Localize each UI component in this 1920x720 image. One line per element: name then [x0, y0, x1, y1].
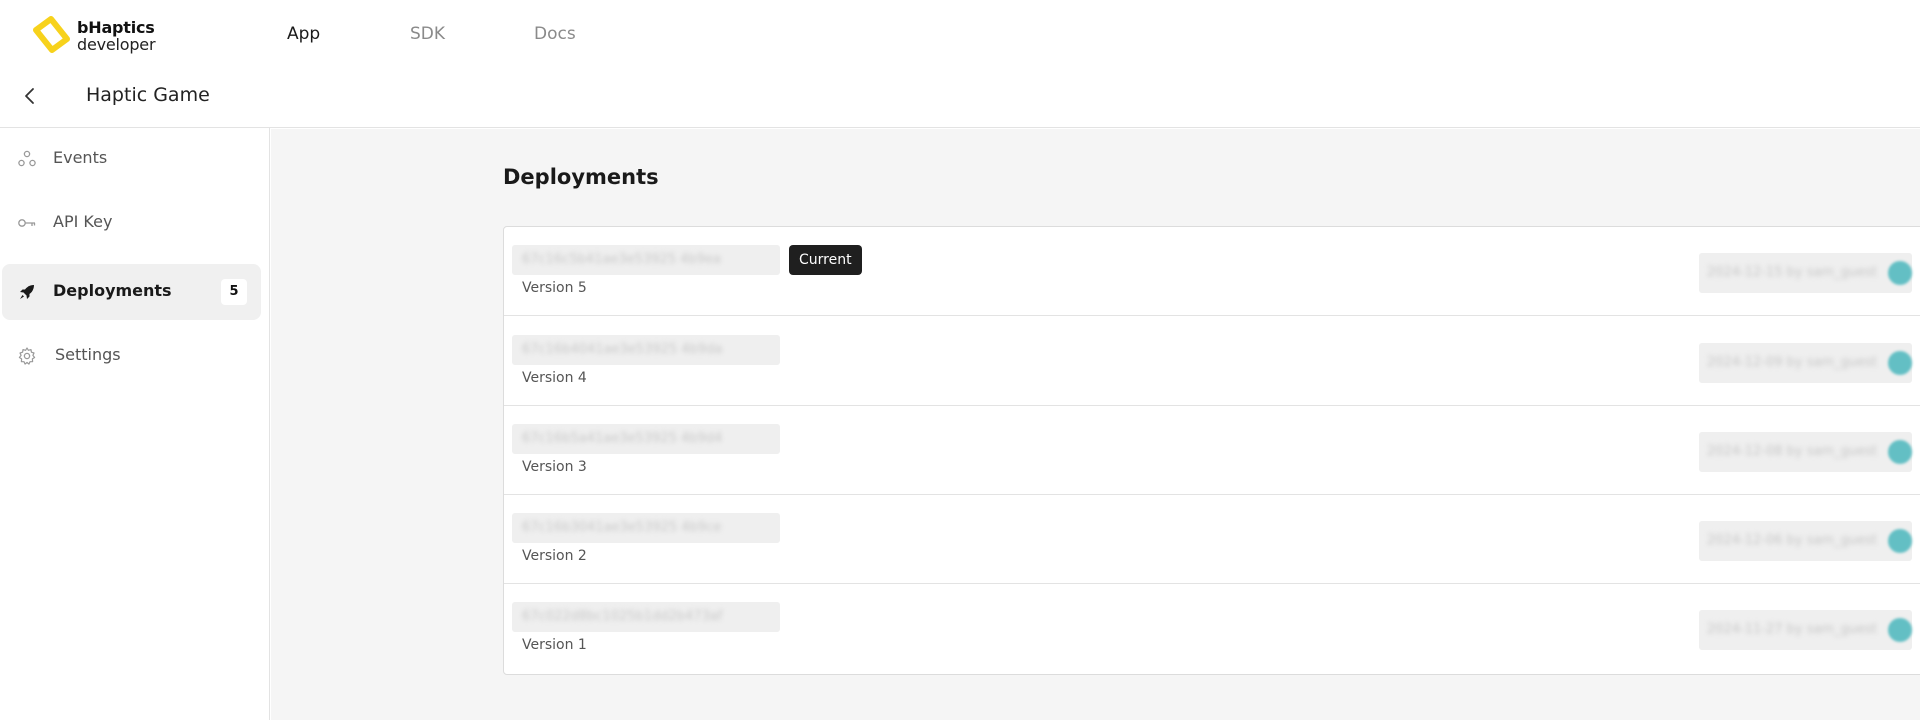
sidebar-item-label: Events	[53, 148, 108, 167]
avatar	[1888, 529, 1912, 553]
rocket-icon	[20, 285, 34, 299]
sidebar: Events API Key Deployments 5 Settings	[0, 128, 270, 720]
deployment-hash: 67c16b5a41ae3e53925 4b9d4	[512, 424, 780, 454]
sidebar-item-api-key[interactable]: API Key	[2, 195, 261, 251]
bhaptics-logo[interactable]: bHaptics developer	[30, 15, 160, 55]
deployment-meta: 2024-12-08 by sam_guest	[1699, 432, 1912, 472]
avatar	[1888, 261, 1912, 285]
deployment-hash: 67c16b3041ae3e53925 4b9ce	[512, 513, 780, 543]
deployment-meta: 2024-12-09 by sam_guest	[1699, 343, 1912, 383]
logo-sub-text: developer	[77, 35, 156, 54]
sidebar-item-deployments[interactable]: Deployments 5	[2, 264, 261, 320]
events-icon	[18, 150, 36, 167]
key-icon	[18, 219, 36, 227]
deployment-hash: 67c022d8bc1025b1dd2b473af	[512, 602, 780, 632]
deployment-row[interactable]: 67c16b5a41ae3e53925 4b9d4 Version 3 2024…	[504, 406, 1920, 495]
deployment-meta: 2024-11-27 by sam_guest	[1699, 610, 1912, 650]
deployment-row[interactable]: 67c16b4041ae3e53925 4b9da Version 4 2024…	[504, 317, 1920, 406]
logo-mark-icon	[33, 16, 70, 53]
deployment-meta: 2024-12-06 by sam_guest	[1699, 521, 1912, 561]
deployment-row[interactable]: 67c022d8bc1025b1dd2b473af Version 1 2024…	[504, 584, 1920, 673]
deployment-version: Version 2	[522, 548, 587, 564]
nav-sdk[interactable]: SDK	[410, 24, 445, 44]
nav-app[interactable]: App	[287, 24, 320, 44]
deployment-meta: 2024-12-15 by sam_guest	[1699, 253, 1912, 293]
chevron-left-icon	[25, 88, 34, 104]
nav-docs[interactable]: Docs	[534, 24, 576, 44]
gear-icon	[18, 347, 36, 365]
page-title: Deployments	[503, 165, 659, 189]
back-button[interactable]	[18, 84, 42, 108]
deployments-list: 67c16c5b41ae3e53925 4b9ea Current Versio…	[503, 226, 1920, 675]
sidebar-item-settings[interactable]: Settings	[2, 328, 261, 384]
sidebar-item-events[interactable]: Events	[2, 131, 261, 187]
deployment-row[interactable]: 67c16b3041ae3e53925 4b9ce Version 2 2024…	[504, 495, 1920, 584]
avatar	[1888, 440, 1912, 464]
deployment-hash: 67c16c5b41ae3e53925 4b9ea	[512, 245, 780, 275]
avatar	[1888, 618, 1912, 642]
sidebar-item-label: API Key	[53, 212, 113, 231]
avatar	[1888, 351, 1912, 375]
app-title: Haptic Game	[86, 84, 210, 106]
top-header: bHaptics developer App SDK Docs	[0, 0, 1920, 68]
deployment-version: Version 1	[522, 637, 587, 653]
deployment-row[interactable]: 67c16c5b41ae3e53925 4b9ea Current Versio…	[504, 227, 1920, 316]
current-badge: Current	[789, 245, 862, 275]
deployment-version: Version 4	[522, 370, 587, 386]
deployments-count-badge: 5	[221, 279, 247, 305]
deployment-hash: 67c16b4041ae3e53925 4b9da	[512, 335, 780, 365]
main-content: Deployments 67c16c5b41ae3e53925 4b9ea Cu…	[271, 129, 1920, 720]
deployment-version: Version 3	[522, 459, 587, 475]
sidebar-item-label: Deployments	[53, 281, 172, 300]
deployment-version: Version 5	[522, 280, 587, 296]
sidebar-item-label: Settings	[55, 345, 121, 364]
app-subheader: Haptic Game	[0, 68, 1920, 128]
